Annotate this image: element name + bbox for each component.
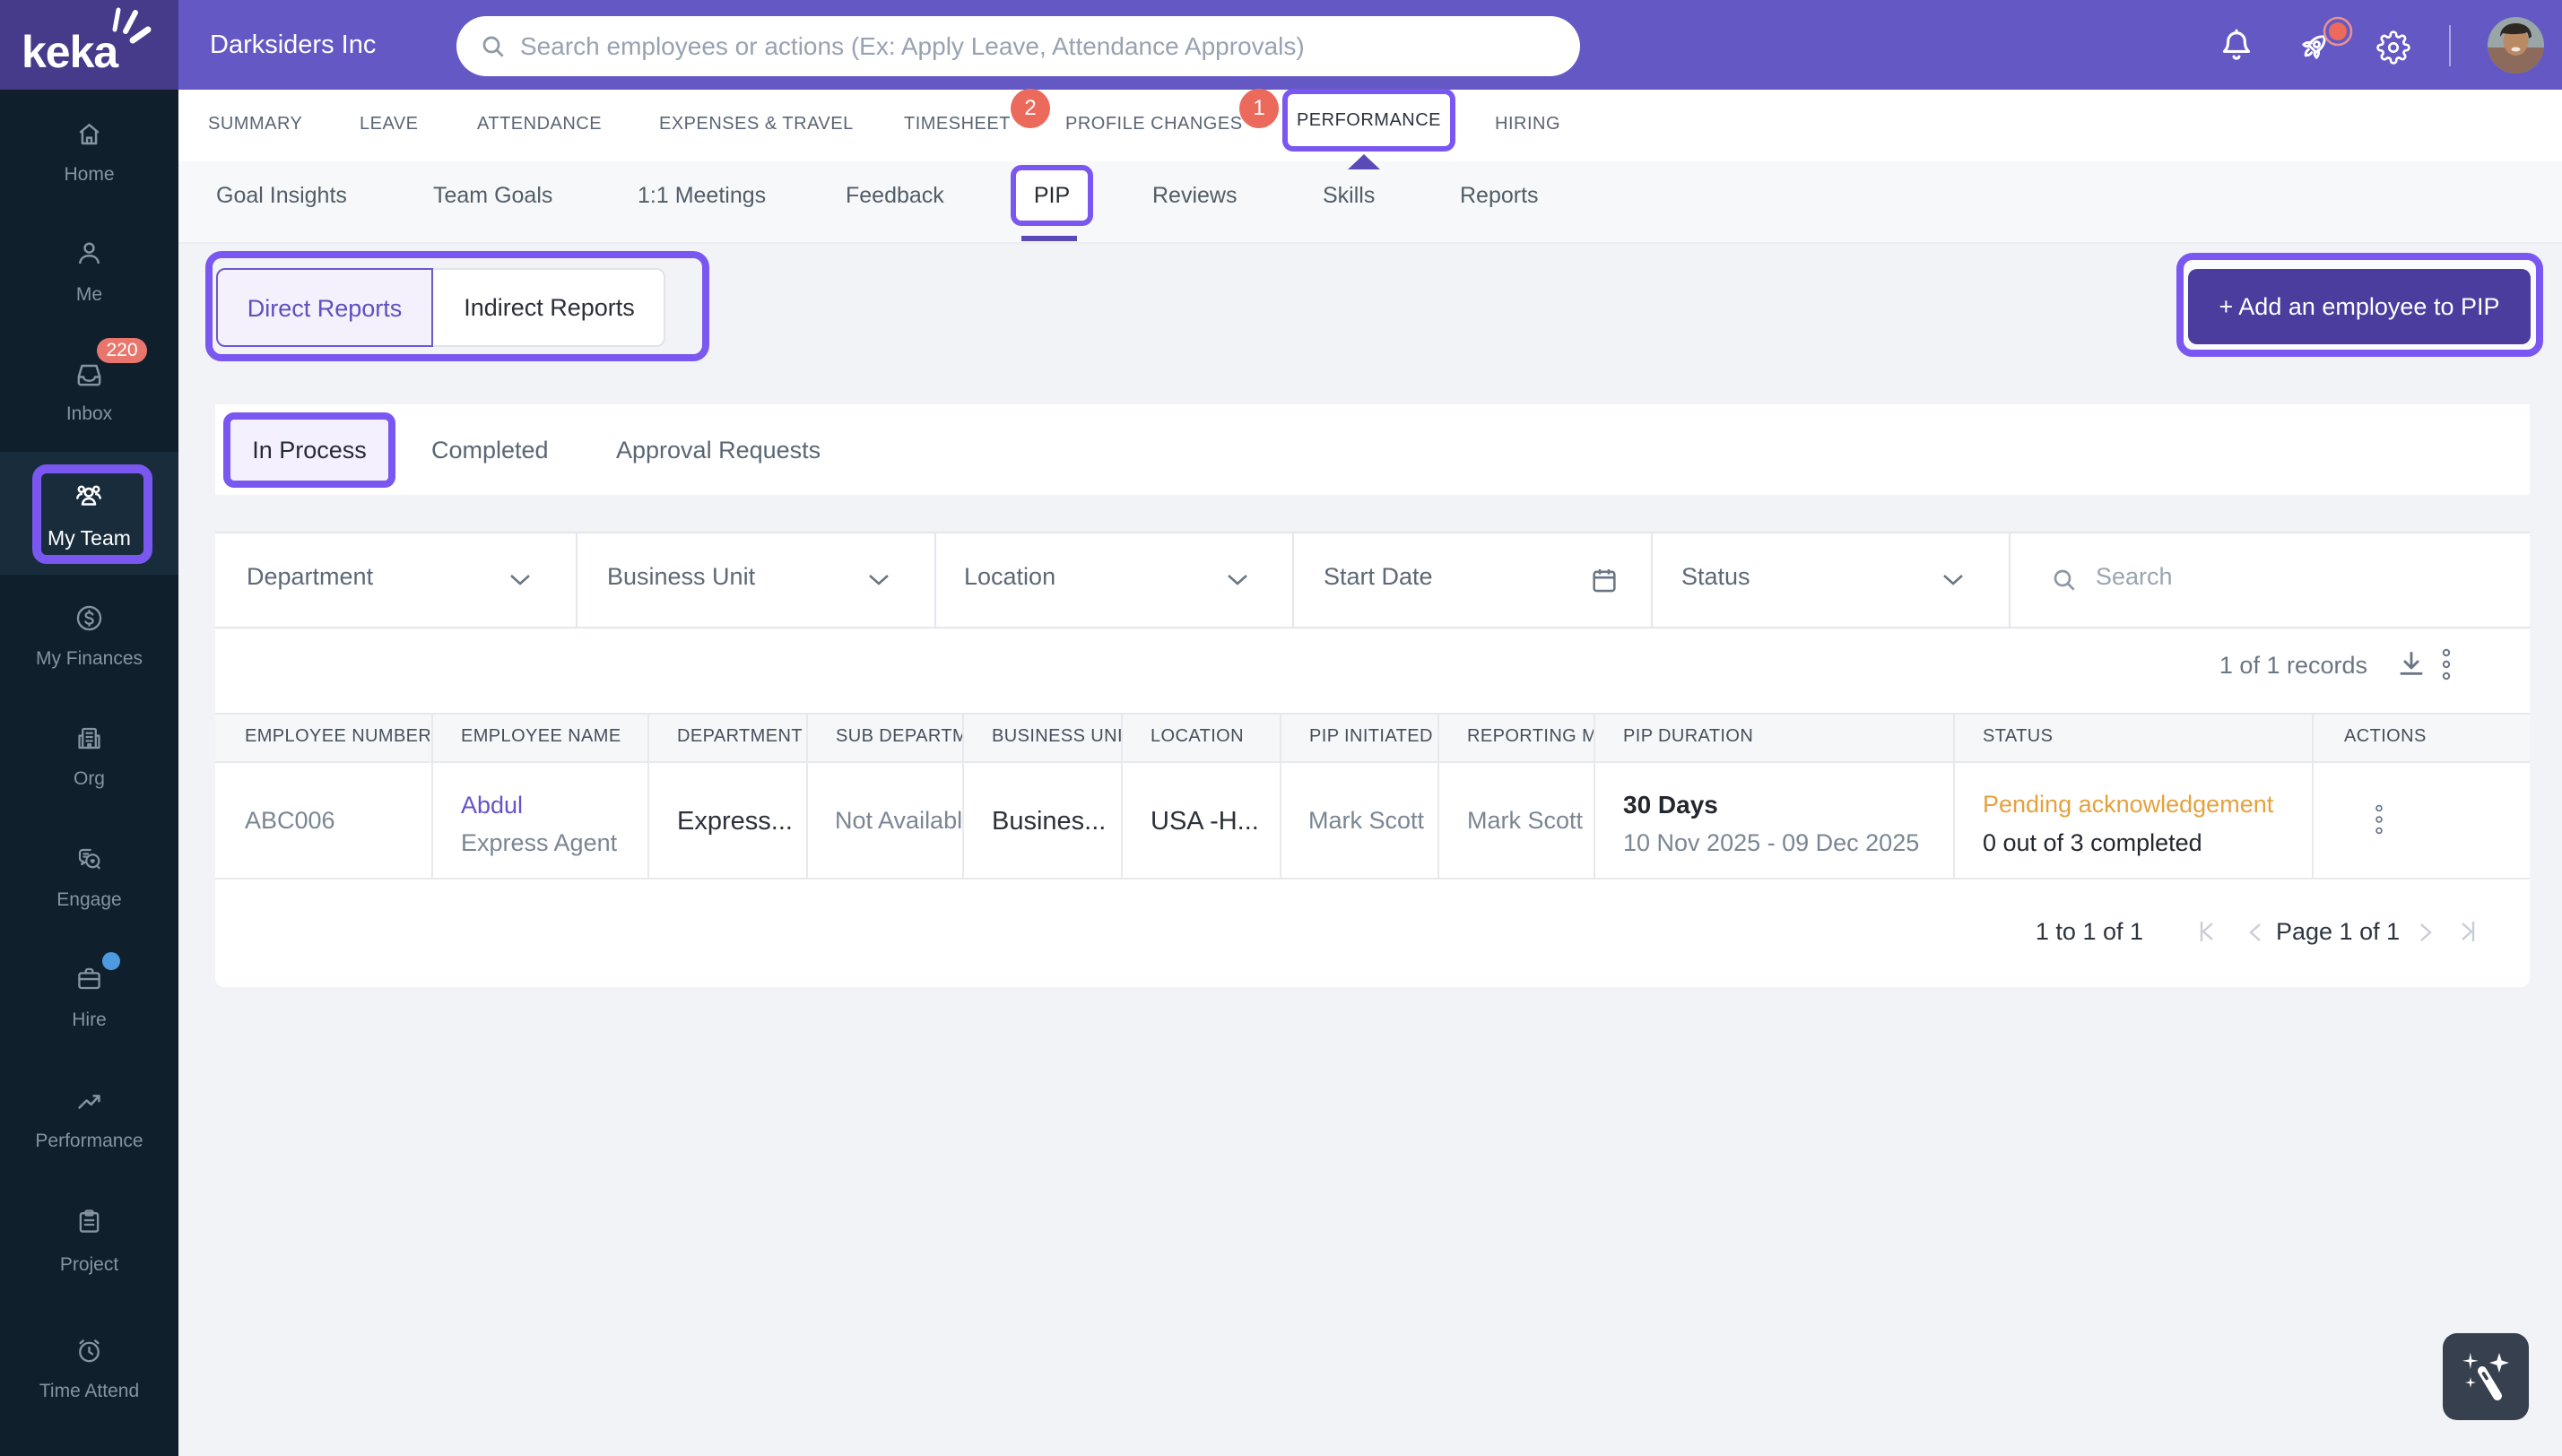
svg-text:keka: keka [22, 27, 119, 77]
